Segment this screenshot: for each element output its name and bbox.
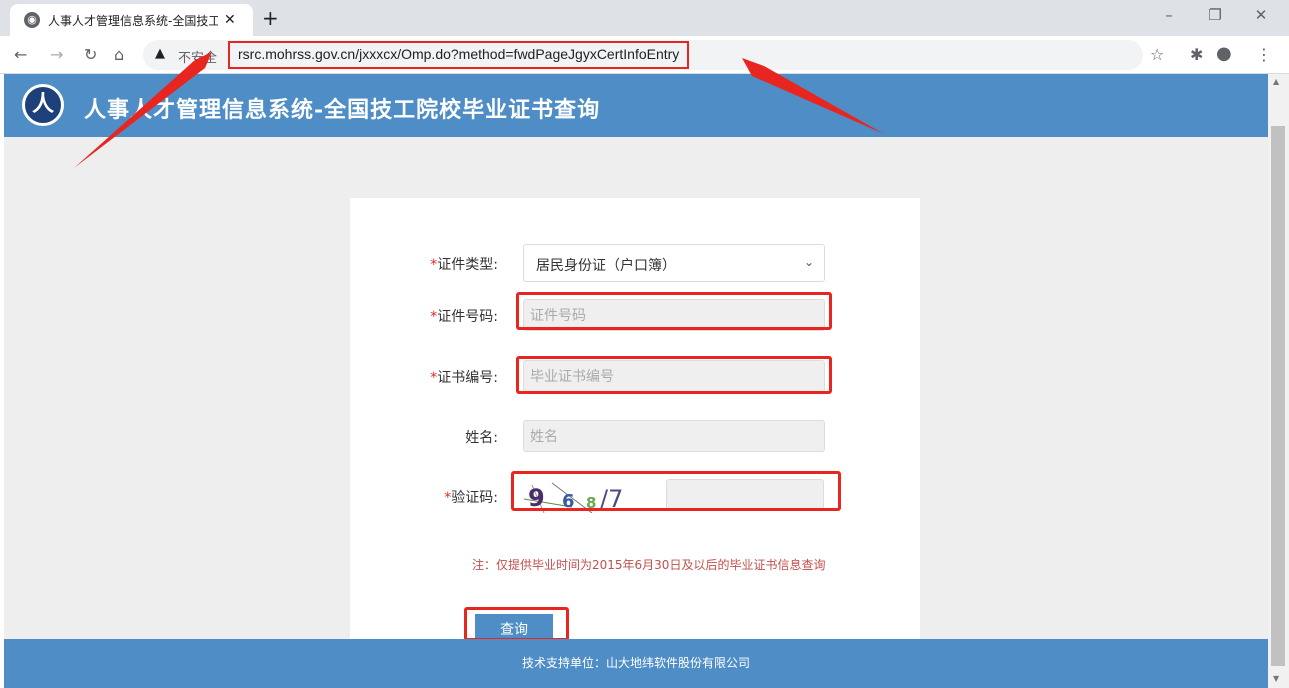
star-icon[interactable]: ☆	[1150, 45, 1164, 64]
address-bar[interactable]: ▲ 不安全 rsrc.mohrss.gov.cn/jxxxcx/Omp.do?m…	[143, 40, 1143, 70]
cert-type-select[interactable]: 居民身份证（户口簿） ⌄	[523, 244, 825, 282]
browser-toolbar: ← → ↻ ⌂ ▲ 不安全 rsrc.mohrss.gov.cn/jxxxcx/…	[0, 36, 1289, 74]
page-content: 人 人事人才管理信息系统-全国技工院校毕业证书查询 *证件类型: 居民身份证（户…	[4, 74, 1268, 688]
annotation-box-id	[516, 292, 832, 330]
cert-type-value: 居民身份证（户口簿）	[536, 258, 676, 274]
profile-icon[interactable]: ●	[1216, 43, 1232, 64]
site-header: 人 人事人才管理信息系统-全国技工院校毕业证书查询	[4, 74, 1268, 137]
globe-icon: ◉	[24, 12, 40, 28]
security-label[interactable]: 不安全	[178, 47, 217, 66]
name-label: 姓名:	[465, 430, 498, 446]
scroll-up-icon[interactable]: ▲	[1273, 77, 1279, 86]
window-close-icon[interactable]: ✕	[1238, 6, 1284, 24]
annotation-box-button	[464, 607, 569, 641]
name-input[interactable]	[523, 420, 825, 452]
minimize-icon[interactable]: –	[1146, 6, 1192, 24]
new-tab-button[interactable]: +	[262, 6, 279, 30]
captcha-label: *验证码:	[444, 490, 498, 506]
query-form: *证件类型: 居民身份证（户口簿） ⌄ *证件号码: *证书编号: 姓名: *验…	[350, 198, 920, 644]
tab-title: 人事人才管理信息系统-全国技工院	[48, 13, 218, 28]
warning-icon[interactable]: ▲	[155, 46, 165, 61]
chevron-down-icon: ⌄	[803, 255, 814, 269]
tab-strip: ◉ 人事人才管理信息系统-全国技工院 ✕ + – ❐ ✕	[0, 0, 1289, 36]
extensions-icon[interactable]: ✱	[1190, 45, 1203, 64]
menu-icon[interactable]: ⋮	[1256, 45, 1272, 64]
reload-icon[interactable]: ↻	[84, 45, 97, 64]
page-scrollbar[interactable]: ▲ ▼	[1268, 74, 1289, 688]
notice-text: 注：仅提供毕业时间为2015年6月30日及以后的毕业证书信息查询	[472, 558, 826, 572]
close-tab-icon[interactable]: ✕	[224, 12, 236, 28]
annotation-box-captcha	[511, 471, 841, 511]
url-text[interactable]: rsrc.mohrss.gov.cn/jxxxcx/Omp.do?method=…	[228, 41, 690, 69]
forward-icon[interactable]: →	[50, 45, 63, 64]
annotation-box-cert	[516, 356, 832, 394]
browser-tab[interactable]: ◉ 人事人才管理信息系统-全国技工院 ✕	[10, 4, 253, 36]
restore-icon[interactable]: ❐	[1192, 6, 1238, 24]
page-title: 人事人才管理信息系统-全国技工院校毕业证书查询	[84, 97, 601, 123]
id-number-label: *证件号码:	[430, 309, 498, 325]
logo-icon: 人	[22, 84, 64, 126]
cert-number-label: *证书编号:	[430, 370, 498, 386]
cert-type-label: *证件类型:	[430, 257, 498, 273]
back-icon[interactable]: ←	[14, 45, 27, 64]
home-icon[interactable]: ⌂	[114, 45, 124, 64]
scroll-thumb[interactable]	[1271, 126, 1285, 666]
site-footer: 技术支持单位：山大地纬软件股份有限公司	[4, 639, 1268, 688]
scroll-down-icon[interactable]: ▼	[1273, 674, 1279, 683]
